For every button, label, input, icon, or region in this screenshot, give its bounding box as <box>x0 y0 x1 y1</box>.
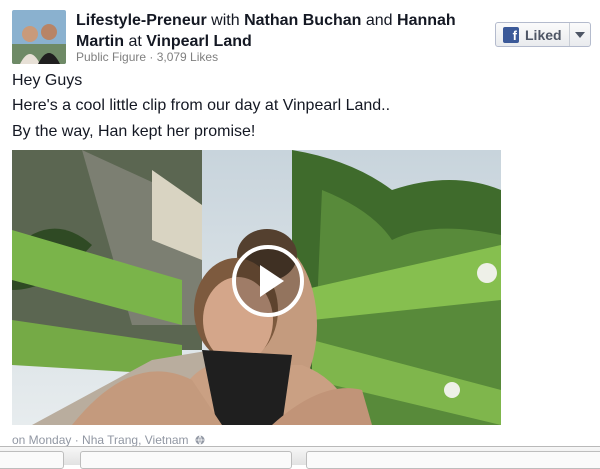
feed-post: Lifestyle-Preneur with Nathan Buchan and… <box>0 0 600 469</box>
taskbar-tab-3[interactable] <box>306 451 600 469</box>
post-text-line-2: Here's a cool little clip from our day a… <box>12 97 391 114</box>
and-text: and <box>365 12 393 29</box>
at-text: at <box>128 33 142 50</box>
liked-dropdown[interactable] <box>570 23 590 46</box>
play-icon[interactable] <box>232 245 304 317</box>
tagged-person-1[interactable]: Nathan Buchan <box>244 12 361 29</box>
with-text: with <box>211 12 240 29</box>
liked-label: Liked <box>525 26 562 43</box>
post-footer: on Monday · Nha Trang, Vietnam <box>12 433 205 447</box>
post-text-line-3: By the way, Han kept her promise! <box>12 123 256 140</box>
location-link[interactable]: Vinpearl Land <box>146 33 252 50</box>
taskbar-tab-1[interactable] <box>0 451 64 469</box>
taskbar-tab-2[interactable] <box>80 451 292 469</box>
page-meta: Public Figure · 3,079 Likes <box>76 50 219 64</box>
post-text-line-1: Hey Guys <box>12 72 83 89</box>
post-header: Lifestyle-Preneur with Nathan Buchan and… <box>76 10 481 52</box>
liked-button[interactable]: f Liked <box>495 22 591 47</box>
globe-icon <box>195 435 205 445</box>
post-timestamp-location[interactable]: on Monday · Nha Trang, Vietnam <box>12 433 189 447</box>
video-player[interactable] <box>12 150 501 425</box>
page-avatar[interactable] <box>12 10 66 64</box>
facebook-f-icon: f <box>503 26 519 43</box>
page-name-link[interactable]: Lifestyle-Preneur <box>76 12 207 29</box>
bottom-taskbar <box>0 446 600 469</box>
liked-main[interactable]: f Liked <box>496 23 569 46</box>
triangle-down-icon <box>575 31 585 38</box>
